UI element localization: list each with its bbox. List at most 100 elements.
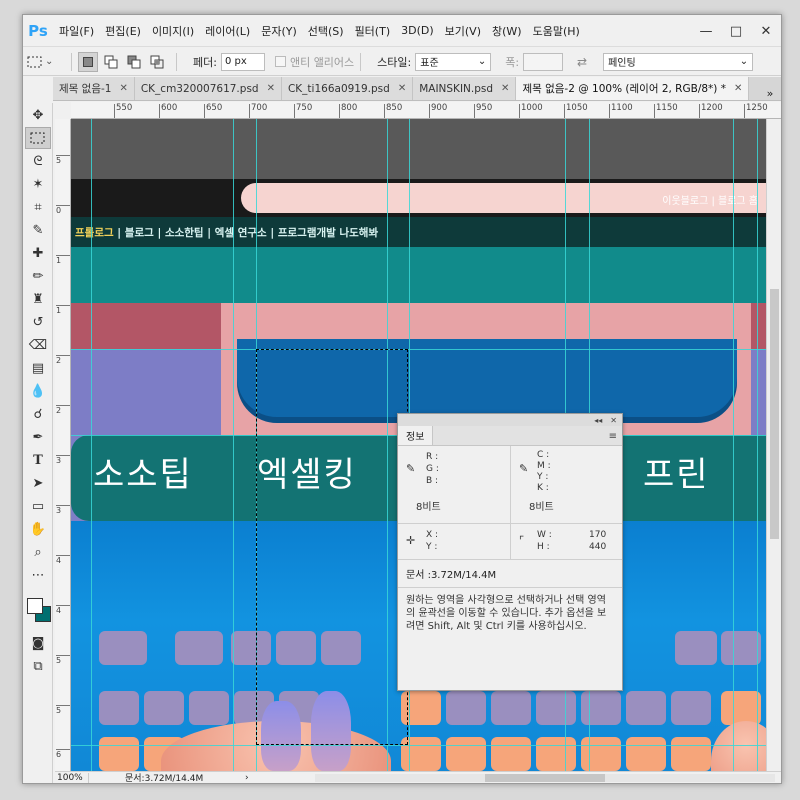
style-select[interactable]: 표준 ⌄: [415, 52, 492, 71]
dodge-tool-icon[interactable]: ☌: [25, 403, 51, 425]
status-document-size: 문서:3.72M/14.4M: [125, 774, 204, 784]
ruler-tick: 750: [294, 104, 312, 118]
rectangular-marquee-tool-icon[interactable]: [25, 127, 51, 149]
hand-tool-icon[interactable]: ✋: [25, 518, 51, 540]
tool-preset-picker[interactable]: ⌄: [27, 52, 65, 72]
keyboard-key: [536, 691, 576, 725]
foreground-color-swatch[interactable]: [27, 598, 43, 614]
guide-line[interactable]: [71, 349, 766, 350]
pen-tool-icon[interactable]: ✒: [25, 426, 51, 448]
menu-3d[interactable]: 3D(D): [401, 24, 434, 37]
color-swatches[interactable]: [25, 592, 51, 626]
guide-line[interactable]: [733, 119, 734, 771]
ruler-tick: 5: [56, 705, 70, 715]
menu-window[interactable]: 창(W): [492, 23, 522, 39]
scrollbar-thumb[interactable]: [770, 289, 779, 539]
menu-filter[interactable]: 필터(T): [355, 23, 391, 39]
collapse-icon[interactable]: ◂◂: [594, 416, 602, 425]
close-button[interactable]: ✕: [751, 24, 781, 39]
rectangle-tool-icon[interactable]: ▭: [25, 495, 51, 517]
keyboard-key: [671, 691, 711, 725]
vertical-scrollbar[interactable]: [766, 119, 781, 771]
tabs-overflow-button[interactable]: »: [759, 87, 781, 100]
horizontal-scrollbar[interactable]: [315, 774, 775, 782]
screen-mode-icon[interactable]: ⧉: [25, 655, 51, 677]
history-brush-tool-icon[interactable]: ↺: [25, 311, 51, 333]
guide-line[interactable]: [233, 119, 234, 771]
new-selection-button[interactable]: [78, 51, 98, 72]
close-icon[interactable]: ✕: [734, 83, 742, 94]
scrollbar-thumb[interactable]: [485, 774, 605, 782]
blur-tool-icon[interactable]: 💧: [25, 380, 51, 402]
move-tool-icon[interactable]: ✥: [25, 104, 51, 126]
close-icon[interactable]: ✕: [119, 83, 127, 94]
close-icon[interactable]: ✕: [267, 83, 275, 94]
path-selection-tool-icon[interactable]: ➤: [25, 472, 51, 494]
guide-line[interactable]: [91, 119, 92, 771]
menu-type[interactable]: 문자(Y): [261, 23, 297, 39]
lasso-tool-icon[interactable]: ᘓ: [25, 150, 51, 172]
menu-edit[interactable]: 편집(E): [105, 23, 141, 39]
minimize-button[interactable]: —: [691, 24, 721, 39]
tab-ck-cm[interactable]: CK_cm320007617.psd ✕: [134, 77, 282, 100]
subtract-selection-button[interactable]: [124, 52, 144, 72]
zoom-tool-icon[interactable]: ⌕: [25, 541, 51, 563]
close-icon[interactable]: ✕: [501, 83, 509, 94]
guide-line[interactable]: [71, 745, 766, 746]
window-controls: — □ ✕: [691, 15, 781, 47]
nav-item: 엑셀 연구소: [214, 227, 267, 239]
menu-view[interactable]: 보기(V): [445, 23, 481, 39]
refine-select[interactable]: 페인팅 ⌄: [603, 52, 754, 71]
menu-layer[interactable]: 레이어(L): [205, 23, 250, 39]
style-value: 표준: [420, 58, 439, 69]
magic-wand-tool-icon[interactable]: ✶: [25, 173, 51, 195]
menu-select[interactable]: 선택(S): [308, 23, 344, 39]
guide-line[interactable]: [757, 119, 758, 771]
options-bar: ⌄ 페더: 0 px 앤티 앨리어스 스타일: 표준 ⌄ 폭: ⇄ 페인팅 ⌄: [23, 48, 781, 76]
eraser-tool-icon[interactable]: ⌫: [25, 334, 51, 356]
keyboard-key: [671, 737, 711, 771]
eyedropper-icon[interactable]: ✎: [519, 462, 528, 475]
info-cmyk-column: ✎ C : M : Y : K : 8비트: [510, 446, 622, 523]
intersect-selection-button[interactable]: [147, 52, 167, 72]
clone-stamp-tool-icon[interactable]: ♜: [25, 288, 51, 310]
keyboard-key: [581, 691, 621, 725]
restore-button[interactable]: □: [721, 24, 751, 39]
selection-marquee[interactable]: [256, 349, 408, 745]
zoom-level[interactable]: 100%: [55, 772, 89, 783]
info-panel[interactable]: ◂◂ ✕ 정보 ≡ ✎ R : G : B : 8비트 ✎ C : M : Y …: [397, 413, 623, 691]
width-input[interactable]: [523, 52, 564, 71]
close-icon[interactable]: ✕: [398, 83, 406, 94]
menu-help[interactable]: 도움말(H): [533, 23, 580, 39]
feather-input[interactable]: 0 px: [220, 52, 265, 71]
status-menu-arrow[interactable]: ›: [245, 773, 249, 783]
crop-tool-icon[interactable]: ⌗: [25, 196, 51, 218]
tab-mainskin[interactable]: MAINSKIN.psd ✕: [413, 77, 517, 100]
tab-info[interactable]: 정보: [398, 426, 434, 445]
tab-untitled-2[interactable]: 제목 없음-2 @ 100% (레이어 2, RGB/8*) * ✕: [516, 77, 750, 100]
healing-brush-tool-icon[interactable]: ✚: [25, 242, 51, 264]
panel-titlebar[interactable]: ◂◂ ✕: [398, 414, 622, 426]
close-icon[interactable]: ✕: [610, 416, 617, 425]
tab-ck-ti[interactable]: CK_ti166a0919.psd ✕: [281, 77, 414, 100]
quick-mask-icon[interactable]: ◙: [25, 632, 51, 654]
type-tool-icon[interactable]: T: [25, 449, 51, 471]
antialias-checkbox[interactable]: [274, 56, 286, 67]
status-bar: 100% 문서:3.72M/14.4M ›: [55, 771, 781, 784]
feather-label: 페더:: [193, 55, 217, 69]
panel-menu-icon[interactable]: ≡: [609, 431, 617, 442]
photoshop-logo: Ps: [28, 21, 48, 40]
tab-untitled-1[interactable]: 제목 없음-1 ✕: [53, 77, 135, 100]
ruler-tick: 1: [56, 255, 70, 265]
swap-icon[interactable]: ⇄: [571, 55, 593, 69]
gradient-tool-icon[interactable]: ▤: [25, 357, 51, 379]
brush-tool-icon[interactable]: ✏: [25, 265, 51, 287]
menu-file[interactable]: 파일(F): [59, 23, 94, 39]
more-tools-icon[interactable]: ⋯: [25, 564, 51, 586]
keyboard-key: [581, 737, 621, 771]
add-selection-button[interactable]: [101, 52, 121, 72]
menu-image[interactable]: 이미지(I): [152, 23, 194, 39]
eyedropper-icon[interactable]: ✎: [406, 462, 415, 475]
chevron-down-icon: ⌄: [45, 56, 54, 67]
eyedropper-tool-icon[interactable]: ✎: [25, 219, 51, 241]
